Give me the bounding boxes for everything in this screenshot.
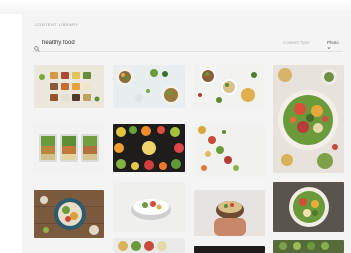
food-photo-13[interactable]: [194, 246, 265, 253]
food-photo-10[interactable]: [194, 190, 265, 236]
food-photo-4[interactable]: [273, 65, 344, 173]
food-photo-14[interactable]: [273, 240, 344, 253]
food-photo-12[interactable]: [113, 238, 185, 253]
food-photo-11[interactable]: [273, 182, 344, 232]
food-photo-1[interactable]: [34, 65, 104, 108]
food-photo-9[interactable]: [113, 182, 185, 232]
food-photo-3[interactable]: [194, 65, 265, 108]
food-photo-2[interactable]: [113, 65, 185, 108]
food-photo-6[interactable]: [113, 124, 185, 172]
food-photo-8[interactable]: [34, 190, 104, 238]
food-photo-5[interactable]: [34, 124, 104, 172]
food-photo-7[interactable]: [194, 124, 265, 177]
results-grid: [0, 0, 351, 253]
